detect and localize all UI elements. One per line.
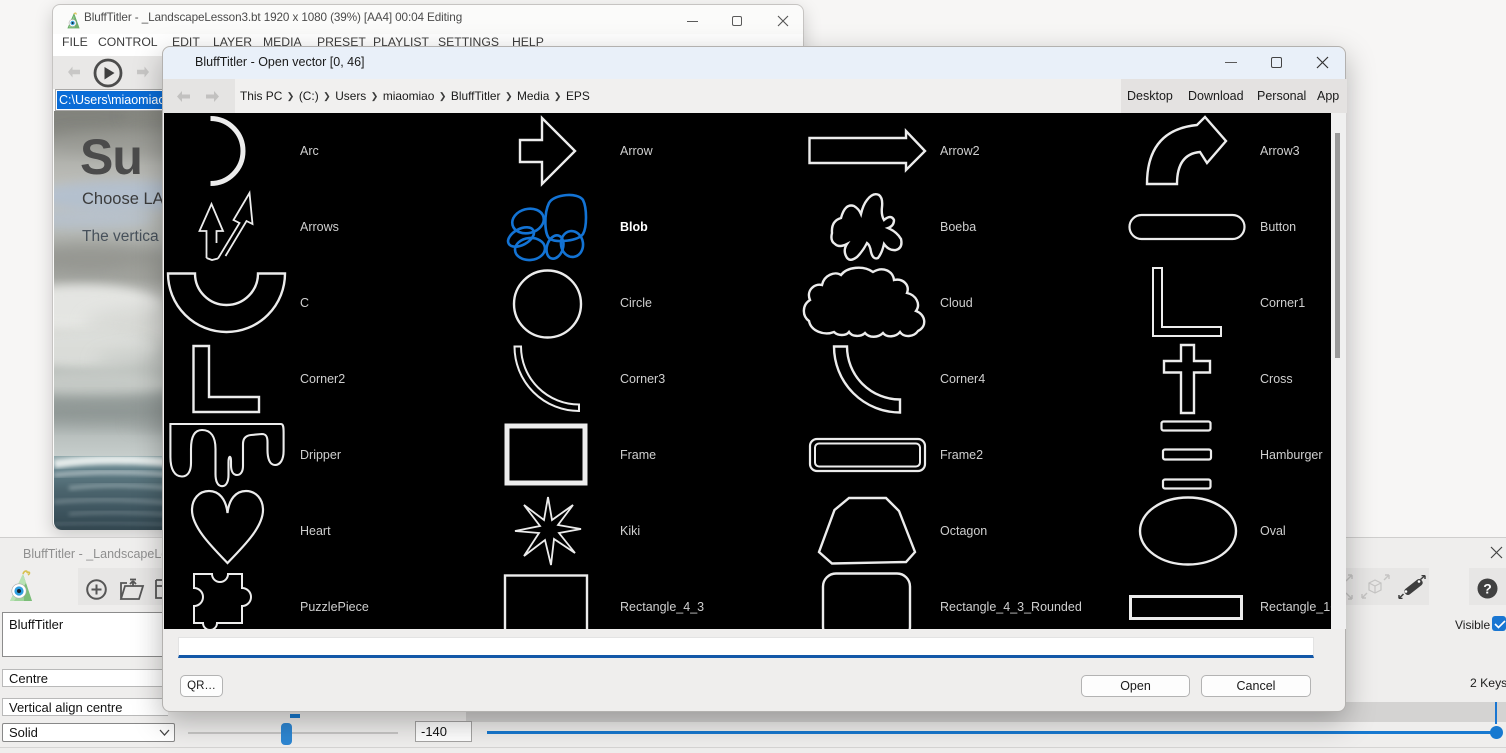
svg-text:Cross: Cross <box>1260 372 1293 386</box>
svg-text:Corner1: Corner1 <box>1260 296 1305 310</box>
svg-text:Oval: Oval <box>1260 524 1286 538</box>
svg-text:Choose LA: Choose LA <box>82 190 164 208</box>
svg-text:Arrow2: Arrow2 <box>940 144 980 158</box>
svg-text:Frame2: Frame2 <box>940 448 983 462</box>
svg-text:The vertica: The vertica <box>82 228 159 245</box>
svg-text:C: C <box>300 296 309 310</box>
svg-text:Kiki: Kiki <box>620 524 640 538</box>
svg-text:Corner3: Corner3 <box>620 372 665 386</box>
svg-text:Arrows: Arrows <box>300 220 339 234</box>
svg-text:Rectangle_4_3: Rectangle_4_3 <box>620 600 704 614</box>
svg-text:Heart: Heart <box>300 524 331 538</box>
svg-text:Arc: Arc <box>300 144 319 158</box>
svg-text:Boeba: Boeba <box>940 220 976 234</box>
svg-text:Su: Su <box>80 129 142 185</box>
svg-text:Arrow3: Arrow3 <box>1260 144 1300 158</box>
svg-text:Circle: Circle <box>620 296 652 310</box>
svg-text:Octagon: Octagon <box>940 524 987 538</box>
svg-text:Arrow: Arrow <box>620 144 654 158</box>
svg-text:Cloud: Cloud <box>940 296 973 310</box>
svg-text:Rectangle_4_3_Rounded: Rectangle_4_3_Rounded <box>940 600 1082 614</box>
svg-text:PuzzlePiece: PuzzlePiece <box>300 600 369 614</box>
svg-text:Dripper: Dripper <box>300 448 341 462</box>
svg-text:Hamburger: Hamburger <box>1260 448 1323 462</box>
svg-text:Corner2: Corner2 <box>300 372 345 386</box>
svg-text:Corner4: Corner4 <box>940 372 985 386</box>
svg-text:?: ? <box>1483 581 1492 597</box>
svg-text:Button: Button <box>1260 220 1296 234</box>
svg-text:Blob: Blob <box>620 220 648 234</box>
svg-text:Rectangle_16_9: Rectangle_16_9 <box>1260 600 1331 614</box>
svg-text:Frame: Frame <box>620 448 656 462</box>
